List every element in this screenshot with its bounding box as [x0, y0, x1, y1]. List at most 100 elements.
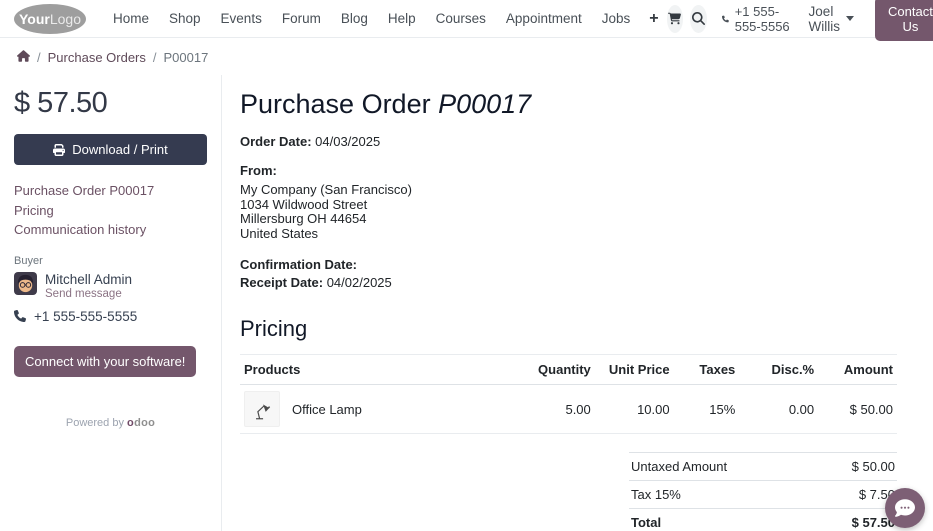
buyer-info: Mitchell Admin Send message — [45, 272, 132, 300]
logo-text-bold: Your — [19, 11, 50, 27]
powered-by: Powered by odoo — [14, 417, 207, 429]
buyer-name: Mitchell Admin — [45, 272, 132, 287]
user-name: Joel Willis — [809, 4, 840, 34]
phone-icon — [722, 13, 729, 25]
livechat-button[interactable] — [885, 488, 925, 528]
connect-software-button[interactable]: Connect with your software! — [14, 346, 196, 377]
avatar-image — [14, 272, 37, 295]
total-label: Total — [629, 509, 811, 531]
untaxed-amount-label: Untaxed Amount — [629, 453, 811, 481]
nav-item-forum[interactable]: Forum — [273, 5, 330, 32]
search-icon — [692, 12, 705, 25]
from-block: From: My Company (San Francisco) 1034 Wi… — [240, 163, 897, 241]
buyer-phone-link[interactable]: +1 555-555-5555 — [14, 309, 207, 324]
topbar-right: +1 555-555-5556 Joel Willis Contact Us — [667, 0, 933, 41]
download-print-button[interactable]: Download / Print — [14, 134, 207, 165]
sidebar-anchor-links: Purchase Order P00017 Pricing Communicat… — [14, 183, 207, 239]
nav-item-appointment[interactable]: Appointment — [497, 5, 591, 32]
desk-lamp-icon — [249, 396, 275, 422]
cart-icon — [668, 12, 681, 25]
download-print-label: Download / Print — [72, 142, 167, 157]
from-label: From: — [240, 163, 277, 178]
order-date-label: Order Date: — [240, 134, 312, 149]
nav-item-events[interactable]: Events — [212, 5, 271, 32]
top-navigation-bar: YourLogo Home Shop Events Forum Blog Hel… — [0, 0, 933, 38]
order-date-row: Order Date: 04/03/2025 — [240, 134, 897, 149]
cell-disc: 0.00 — [739, 385, 818, 434]
from-label-row: From: — [240, 163, 897, 178]
tax-value: $ 7.50 — [811, 481, 897, 509]
sidebar-link-purchase-order[interactable]: Purchase Order P00017 — [14, 183, 207, 200]
address-line: Millersburg OH 44654 — [240, 212, 897, 227]
search-button[interactable] — [690, 5, 707, 33]
plus-icon[interactable]: + — [641, 8, 666, 30]
sidebar-link-pricing[interactable]: Pricing — [14, 203, 207, 220]
address-line: United States — [240, 227, 897, 242]
total-row: Total $ 57.50 — [629, 509, 897, 531]
avatar — [14, 272, 37, 295]
send-message-link[interactable]: Send message — [45, 288, 132, 300]
header-phone-link[interactable]: +1 555-555-5556 — [722, 4, 792, 34]
content-area: $ 57.50 Download / Print Purchase Order … — [0, 75, 933, 531]
cell-taxes: 15% — [674, 385, 740, 434]
user-menu[interactable]: Joel Willis — [809, 4, 854, 34]
col-header-unit-price: Unit Price — [595, 355, 674, 385]
buyer-row: Mitchell Admin Send message — [14, 272, 207, 300]
col-header-quantity: Quantity — [516, 355, 595, 385]
pricing-table: Products Quantity Unit Price Taxes Disc.… — [240, 354, 897, 434]
printer-icon — [53, 144, 65, 156]
address-line: 1034 Wildwood Street — [240, 198, 897, 213]
page-title: Purchase Order P00017 — [240, 89, 897, 120]
vendor-address: My Company (San Francisco) 1034 Wildwood… — [240, 183, 897, 241]
main-nav: Home Shop Events Forum Blog Help Courses… — [104, 5, 667, 32]
page-title-reference: P00017 — [438, 89, 531, 119]
tax-row: Tax 15% $ 7.50 — [629, 481, 897, 509]
cart-button[interactable] — [667, 5, 684, 33]
cell-quantity: 5.00 — [516, 385, 595, 434]
receipt-date-value: 04/02/2025 — [323, 275, 392, 290]
receipt-date-label: Receipt Date: — [240, 275, 323, 290]
product-thumbnail — [244, 391, 280, 427]
receipt-date-row: Receipt Date: 04/02/2025 — [240, 275, 897, 290]
confirmation-date-row: Confirmation Date: — [240, 257, 897, 272]
totals-wrap: Untaxed Amount $ 50.00 Tax 15% $ 7.50 To… — [240, 452, 897, 531]
nav-item-shop[interactable]: Shop — [160, 5, 210, 32]
tax-label: Tax 15% — [629, 481, 811, 509]
order-date-value: 04/03/2025 — [312, 134, 381, 149]
cell-amount: $ 50.00 — [818, 385, 897, 434]
breadcrumb: / Purchase Orders / P00017 — [0, 38, 933, 75]
breadcrumb-current: P00017 — [164, 50, 209, 65]
total-value: $ 57.50 — [811, 509, 897, 531]
nav-item-home[interactable]: Home — [104, 5, 158, 32]
sidebar-link-communication-history[interactable]: Communication history — [14, 222, 207, 239]
page-title-prefix: Purchase Order — [240, 89, 438, 119]
breadcrumb-separator: / — [153, 50, 157, 65]
breadcrumb-home-link[interactable] — [17, 50, 30, 65]
col-header-taxes: Taxes — [674, 355, 740, 385]
col-header-disc: Disc.% — [739, 355, 818, 385]
address-line: My Company (San Francisco) — [240, 183, 897, 198]
nav-item-blog[interactable]: Blog — [332, 5, 377, 32]
untaxed-amount-value: $ 50.00 — [811, 453, 897, 481]
home-icon — [17, 50, 30, 62]
buyer-phone-number: +1 555-555-5555 — [34, 309, 137, 324]
untaxed-amount-row: Untaxed Amount $ 50.00 — [629, 453, 897, 481]
product-cell: Office Lamp — [244, 391, 512, 427]
pricing-section-title: Pricing — [240, 316, 897, 342]
nav-item-help[interactable]: Help — [379, 5, 425, 32]
nav-item-courses[interactable]: Courses — [427, 5, 495, 32]
contact-us-button[interactable]: Contact Us — [875, 0, 933, 41]
order-total-amount: $ 57.50 — [14, 87, 207, 120]
breadcrumb-purchase-orders-link[interactable]: Purchase Orders — [48, 50, 146, 65]
product-name: Office Lamp — [292, 402, 362, 417]
header-phone-number: +1 555-555-5556 — [735, 4, 792, 34]
confirmation-date-label: Confirmation Date: — [240, 257, 357, 272]
chat-bubble-icon — [895, 498, 915, 518]
logo-text-light: Logo — [50, 11, 81, 27]
powered-by-text: Powered by — [66, 417, 127, 429]
chevron-down-icon — [846, 16, 854, 21]
breadcrumb-separator: / — [37, 50, 41, 65]
nav-item-jobs[interactable]: Jobs — [593, 5, 640, 32]
odoo-logo: odoo — [127, 417, 155, 429]
site-logo[interactable]: YourLogo — [14, 4, 86, 34]
